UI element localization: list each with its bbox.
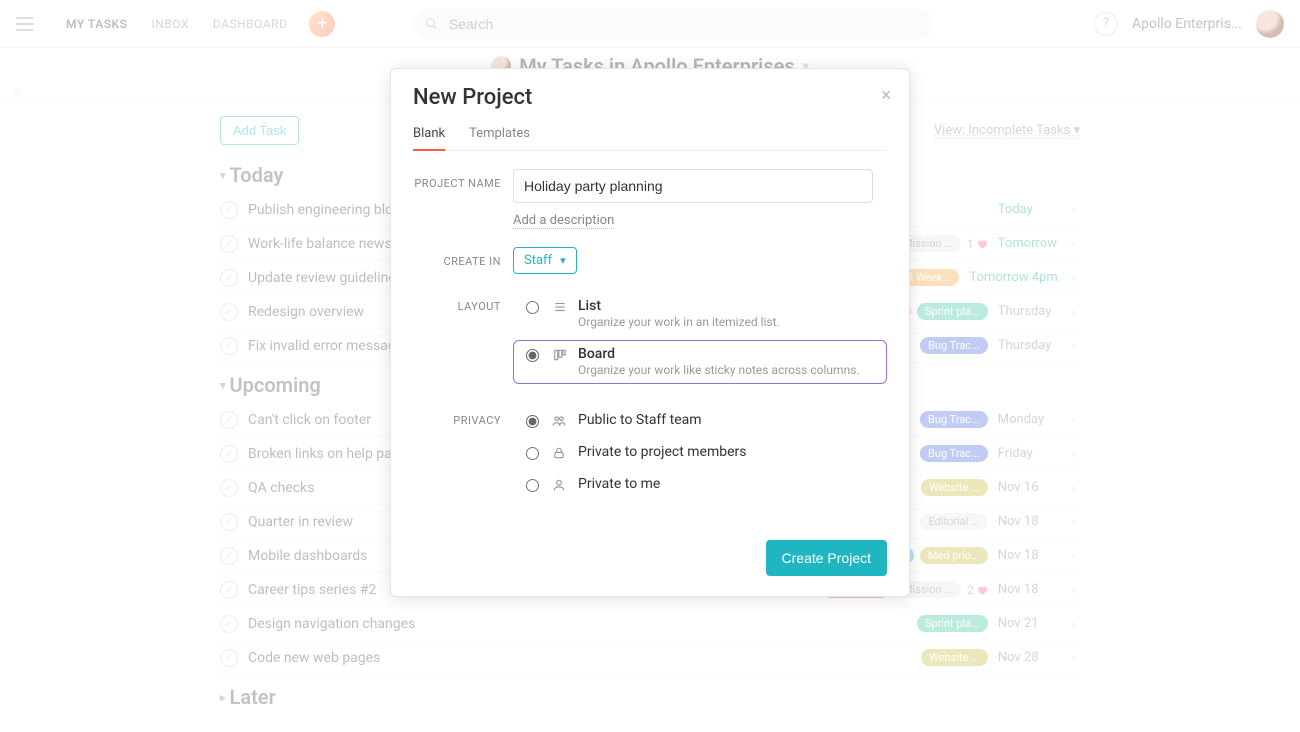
add-description-link[interactable]: Add a description: [513, 213, 614, 229]
close-icon[interactable]: ×: [881, 85, 891, 106]
row-layout: LAYOUT ListOrganize your work in an item…: [413, 292, 887, 388]
create-in-value: Staff: [524, 253, 552, 268]
row-privacy: PRIVACY Public to Staff team Private to p…: [413, 406, 887, 502]
lock-icon: [552, 446, 568, 460]
privacy-option[interactable]: Private to project members: [513, 438, 887, 466]
modal-body: PROJECT NAME Add a description CREATE IN…: [391, 151, 909, 526]
privacy-radio[interactable]: [526, 415, 539, 428]
modal-tabs: Blank Templates: [413, 120, 887, 151]
person-icon: [552, 478, 568, 492]
tab-templates[interactable]: Templates: [469, 120, 530, 150]
row-project-name: PROJECT NAME Add a description: [413, 169, 887, 229]
new-project-modal: New Project × Blank Templates PROJECT NA…: [390, 68, 910, 597]
layout-radio[interactable]: [526, 349, 539, 362]
create-in-select[interactable]: Staff ▾: [513, 247, 577, 274]
option-text: Private to me: [578, 476, 660, 492]
layout-option-board[interactable]: BoardOrganize your work like sticky note…: [513, 340, 887, 384]
label-layout: LAYOUT: [413, 292, 513, 313]
label-project-name: PROJECT NAME: [413, 169, 513, 190]
row-create-in: CREATE IN Staff ▾: [413, 247, 887, 274]
option-text: ListOrganize your work in an itemized li…: [578, 298, 780, 330]
privacy-option[interactable]: Public to Staff team: [513, 406, 887, 434]
project-name-input[interactable]: [513, 169, 873, 203]
option-text: Public to Staff team: [578, 412, 702, 428]
layout-radio[interactable]: [526, 301, 539, 314]
option-text: Private to project members: [578, 444, 747, 460]
option-text: BoardOrganize your work like sticky note…: [578, 346, 860, 378]
create-project-button[interactable]: Create Project: [766, 540, 887, 576]
modal-header: New Project × Blank Templates: [391, 69, 909, 151]
chevron-down-icon: ▾: [560, 254, 566, 267]
label-privacy: PRIVACY: [413, 406, 513, 427]
layout-option-list[interactable]: ListOrganize your work in an itemized li…: [513, 292, 887, 336]
modal-footer: Create Project: [391, 526, 909, 596]
list-icon: [552, 300, 568, 318]
tab-blank[interactable]: Blank: [413, 120, 445, 151]
modal-title: New Project: [413, 85, 887, 110]
privacy-radio[interactable]: [526, 479, 539, 492]
privacy-radio[interactable]: [526, 447, 539, 460]
board-icon: [552, 348, 568, 366]
privacy-option[interactable]: Private to me: [513, 470, 887, 498]
people-icon: [552, 414, 568, 428]
label-create-in: CREATE IN: [413, 247, 513, 268]
